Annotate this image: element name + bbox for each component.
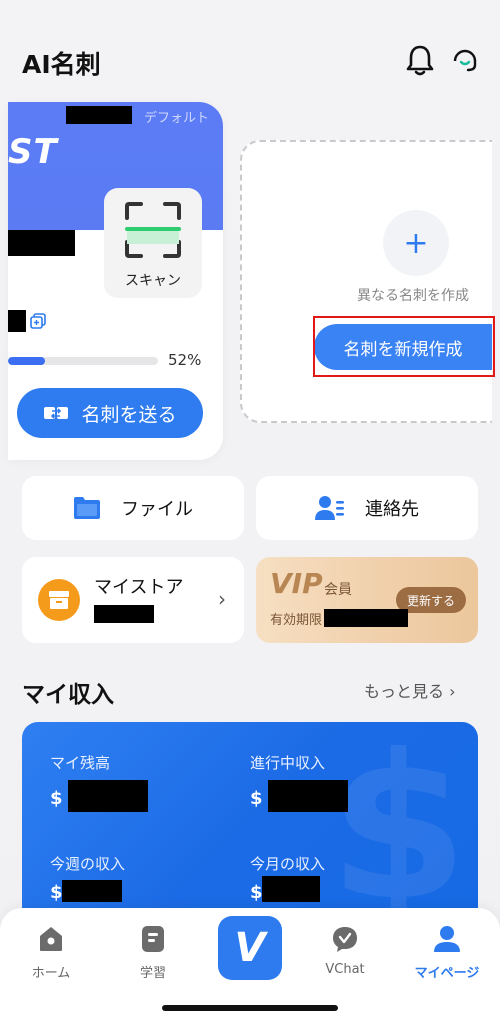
balance-currency: $ — [50, 788, 63, 809]
month-currency: $ — [250, 882, 263, 903]
card-info-redacted — [8, 310, 26, 332]
vip-badge: VIP — [270, 567, 323, 600]
chat-icon — [333, 927, 357, 952]
profile-progress-bar — [8, 357, 158, 365]
contacts-tile[interactable]: 連絡先 — [256, 476, 478, 540]
tab-mypage-label: マイページ — [414, 966, 480, 981]
dollar-icon: $ — [328, 722, 468, 922]
tab-learn-label: 学習 — [139, 966, 166, 981]
file-label: ファイル — [121, 499, 193, 520]
progress-fill — [8, 357, 46, 365]
default-tag: デフォルト — [143, 111, 209, 126]
book-icon — [142, 926, 164, 952]
progress-percent: 52% — [168, 351, 202, 369]
plus-icon[interactable]: + — [383, 210, 449, 276]
tab-learn[interactable]: 学習 — [108, 924, 198, 981]
support-icon[interactable] — [450, 46, 480, 76]
scan-icon — [125, 202, 181, 258]
contacts-icon — [315, 496, 344, 520]
in-progress-label: 進行中収入 — [250, 754, 326, 772]
week-label: 今週の収入 — [50, 855, 126, 873]
vip-expiry-label: 有効期限 — [270, 613, 323, 628]
in-progress-redacted — [268, 780, 348, 812]
vip-member-label: 会員 — [324, 582, 352, 598]
create-card-panel[interactable]: + 異なる名刺を作成 名刺を新規作成 — [240, 140, 492, 423]
file-tile[interactable]: ファイル — [22, 476, 244, 540]
send-card-label: 名刺を送る — [81, 403, 177, 426]
scan-button[interactable]: スキャン — [104, 188, 202, 298]
my-store-tile[interactable]: マイストア › — [22, 557, 244, 643]
tab-mypage[interactable]: マイページ — [402, 924, 492, 981]
store-label: マイストア — [94, 577, 184, 598]
vip-expiry-redacted — [324, 609, 408, 627]
tab-vchat-label: VChat — [325, 962, 365, 977]
copy-icon[interactable] — [30, 313, 46, 329]
month-redacted — [262, 876, 320, 902]
person-icon — [434, 926, 460, 952]
card-logo-text: ST — [8, 132, 58, 172]
bell-icon[interactable] — [404, 44, 436, 78]
store-name-redacted — [94, 605, 154, 623]
tab-center-v[interactable]: V — [218, 916, 282, 980]
card-owner-redacted — [8, 230, 75, 256]
home-indicator — [162, 1005, 338, 1011]
scan-label: スキャン — [125, 273, 181, 289]
contacts-label: 連絡先 — [365, 499, 419, 520]
home-icon — [40, 927, 62, 951]
store-icon — [38, 579, 80, 621]
month-label: 今月の収入 — [250, 855, 326, 873]
chevron-right-icon: › — [218, 587, 226, 611]
in-progress-currency: $ — [250, 788, 263, 809]
tab-vchat[interactable]: VChat — [300, 924, 390, 977]
vip-tile[interactable]: VIP 会員 更新する 有効期限 — [256, 557, 478, 643]
tab-home[interactable]: ホーム — [6, 924, 96, 981]
page-title: AI名刺 — [22, 50, 101, 79]
income-section-title: マイ収入 — [22, 682, 114, 708]
send-card-icon — [44, 407, 69, 419]
week-redacted — [62, 880, 122, 902]
income-card: $ マイ残高 $ 進行中収入 $ 今週の収入 $ 今月の収入 $ — [22, 722, 478, 922]
tab-home-label: ホーム — [31, 966, 71, 981]
highlight-box — [313, 316, 495, 377]
business-card[interactable]: デフォルト ST スキャン 52% 名刺を送る — [8, 102, 223, 460]
see-more-link[interactable]: もっと見る › — [364, 678, 456, 702]
folder-icon — [74, 497, 100, 519]
different-card-text: 異なる名刺を作成 — [357, 288, 469, 304]
week-currency: $ — [50, 882, 63, 903]
send-card-button[interactable]: 名刺を送る — [17, 388, 203, 438]
card-name-redacted — [66, 106, 132, 124]
balance-label: マイ残高 — [50, 754, 111, 772]
balance-redacted — [68, 780, 148, 812]
